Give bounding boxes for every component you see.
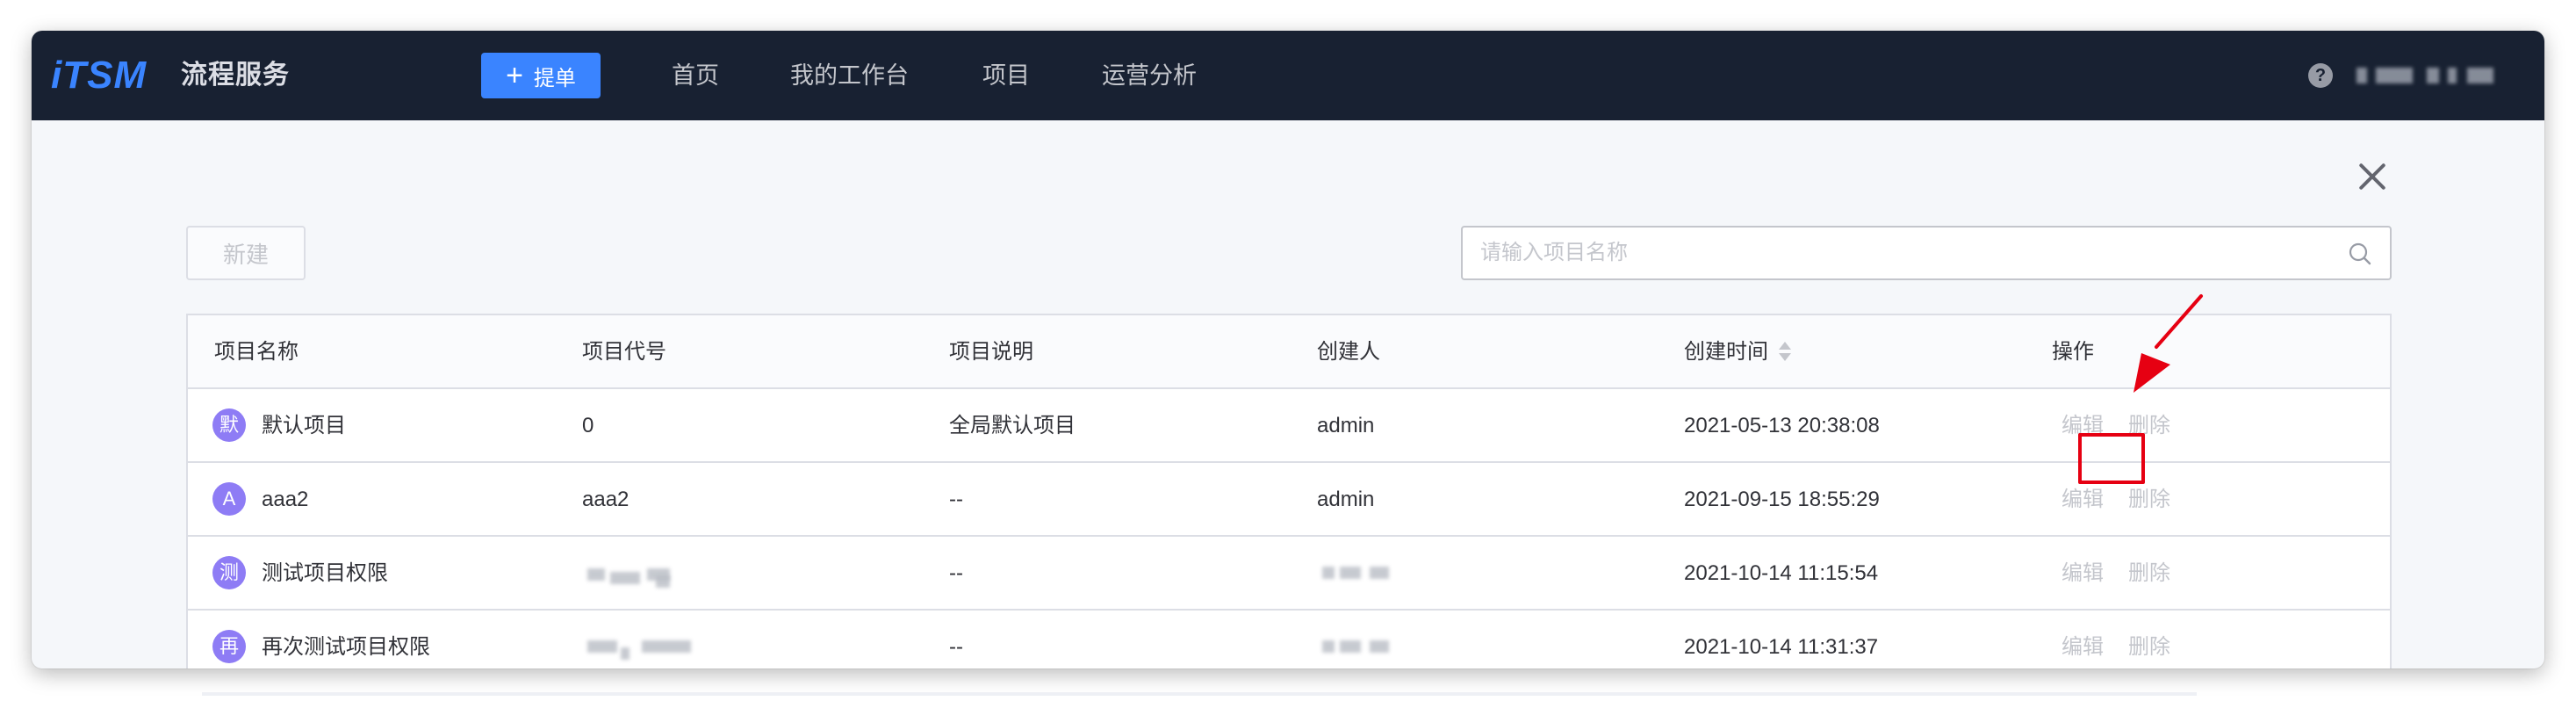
red-arrow-annotation [2133, 294, 2203, 393]
app-window: iTSM 流程服务 + 提单 首页 我的工作台 项目 运营分析 ? 新建 项目名… [32, 31, 2544, 668]
window-reflection [202, 692, 2197, 696]
